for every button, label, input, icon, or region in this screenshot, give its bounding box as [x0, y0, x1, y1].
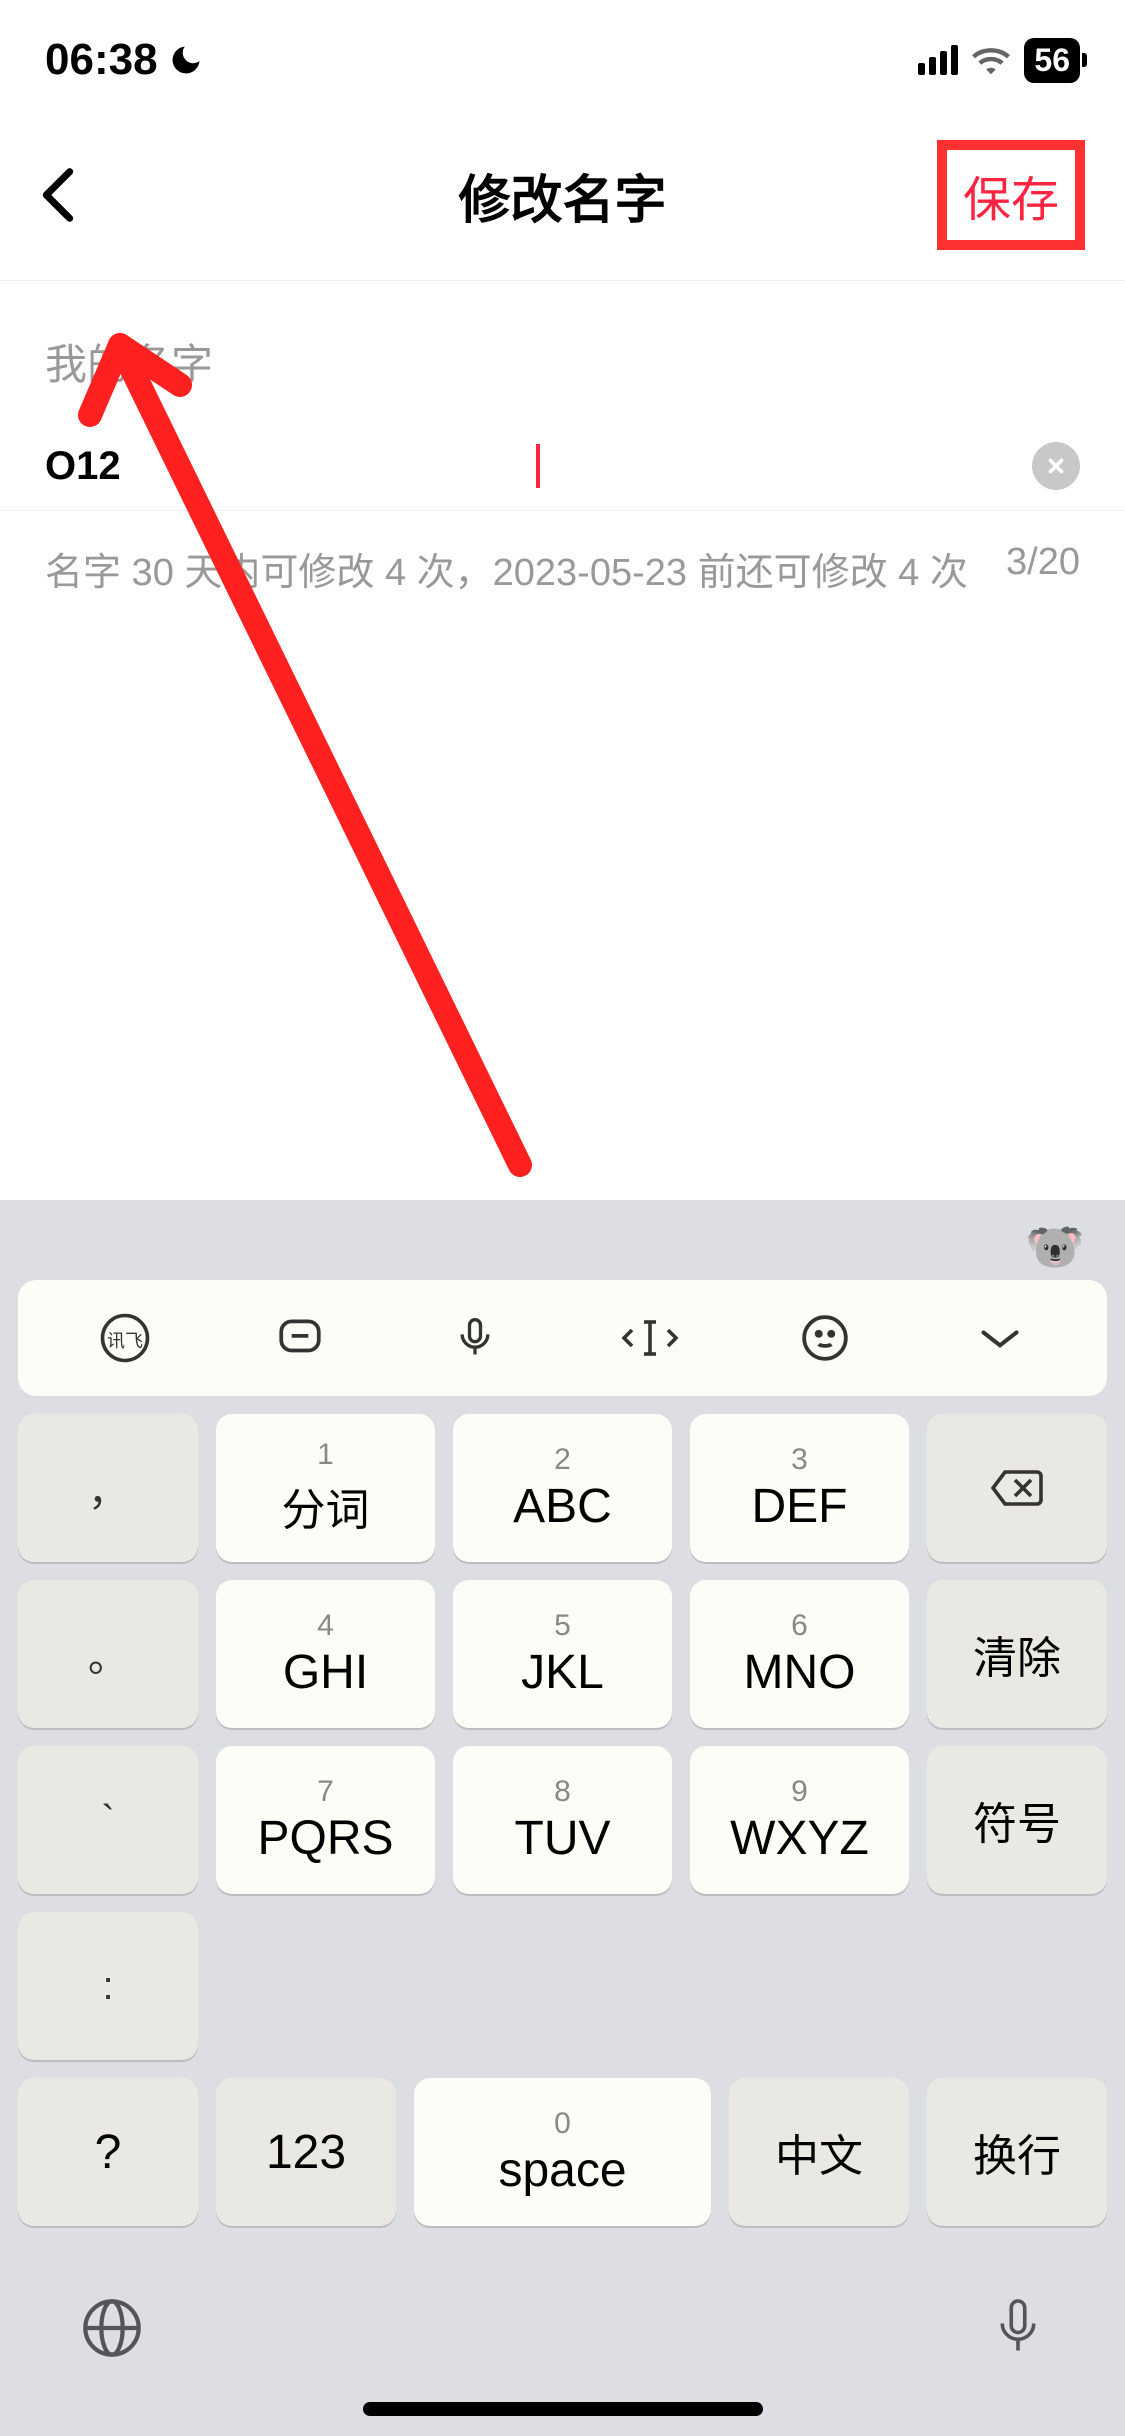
key-clear[interactable]: 清除	[927, 1580, 1107, 1728]
svg-text:讯飞: 讯飞	[107, 1331, 143, 1351]
key-7-pqrs[interactable]: 7PQRS	[216, 1746, 435, 1894]
back-icon[interactable]	[40, 167, 76, 223]
microphone-icon[interactable]	[445, 1308, 505, 1368]
key-space[interactable]: 0space	[414, 2078, 711, 2226]
char-counter: 3/20	[1006, 541, 1080, 596]
key-newline[interactable]: 换行	[927, 2078, 1107, 2226]
chat-icon[interactable]	[270, 1308, 330, 1368]
key-symbol[interactable]: 符号	[927, 1746, 1107, 1894]
globe-icon[interactable]	[80, 2296, 144, 2360]
key-backtick[interactable]: `	[18, 1746, 198, 1894]
key-backspace[interactable]	[927, 1414, 1107, 1562]
home-indicator[interactable]	[363, 2402, 763, 2416]
dictation-icon[interactable]	[991, 2294, 1045, 2362]
name-input-row[interactable]: O12	[0, 422, 1125, 511]
collapse-keyboard-icon[interactable]	[970, 1308, 1030, 1368]
status-bar: 06:38 56	[0, 0, 1125, 110]
key-8-tuv[interactable]: 8TUV	[453, 1746, 672, 1894]
key-9-wxyz[interactable]: 9WXYZ	[690, 1746, 909, 1894]
key-chinese[interactable]: 中文	[729, 2078, 909, 2226]
key-colon[interactable]: :	[18, 1912, 198, 2060]
key-comma[interactable]: ，	[18, 1414, 198, 1562]
key-period[interactable]: 。	[18, 1580, 198, 1728]
emoji-icon[interactable]	[795, 1308, 855, 1368]
signal-icon	[918, 45, 958, 75]
key-2-abc[interactable]: 2ABC	[453, 1414, 672, 1562]
wifi-icon	[972, 45, 1010, 75]
key-1-segment[interactable]: 1分词	[216, 1414, 435, 1562]
section-label: 我的名字	[0, 281, 1125, 422]
key-123[interactable]: 123	[216, 2078, 396, 2226]
ifly-icon[interactable]: 讯飞	[95, 1308, 155, 1368]
nav-bar: 修改名字 保存	[0, 110, 1125, 281]
key-3-def[interactable]: 3DEF	[690, 1414, 909, 1562]
keyboard: 🐨 讯飞 ， 。 ` : 1分词 2ABC 3DEF	[0, 1200, 1125, 2436]
save-button[interactable]: 保存	[937, 140, 1085, 250]
name-input[interactable]: O12	[45, 444, 538, 489]
key-6-mno[interactable]: 6MNO	[690, 1580, 909, 1728]
key-5-jkl[interactable]: 5JKL	[453, 1580, 672, 1728]
text-cursor	[536, 444, 540, 488]
clear-input-button[interactable]	[1032, 442, 1080, 490]
page-title: 修改名字	[458, 158, 666, 233]
key-4-ghi[interactable]: 4GHI	[216, 1580, 435, 1728]
keyboard-avatar-icon[interactable]: 🐨	[1025, 1218, 1085, 1275]
keyboard-toolbar: 讯飞	[18, 1280, 1107, 1396]
key-question[interactable]: ?	[18, 2078, 198, 2226]
status-time: 06:38	[45, 35, 158, 85]
hint-text: 名字 30 天内可修改 4 次，2023-05-23 前还可修改 4 次	[45, 541, 968, 596]
battery-indicator: 56	[1024, 38, 1080, 83]
moon-icon	[168, 42, 204, 78]
cursor-move-icon[interactable]	[620, 1308, 680, 1368]
